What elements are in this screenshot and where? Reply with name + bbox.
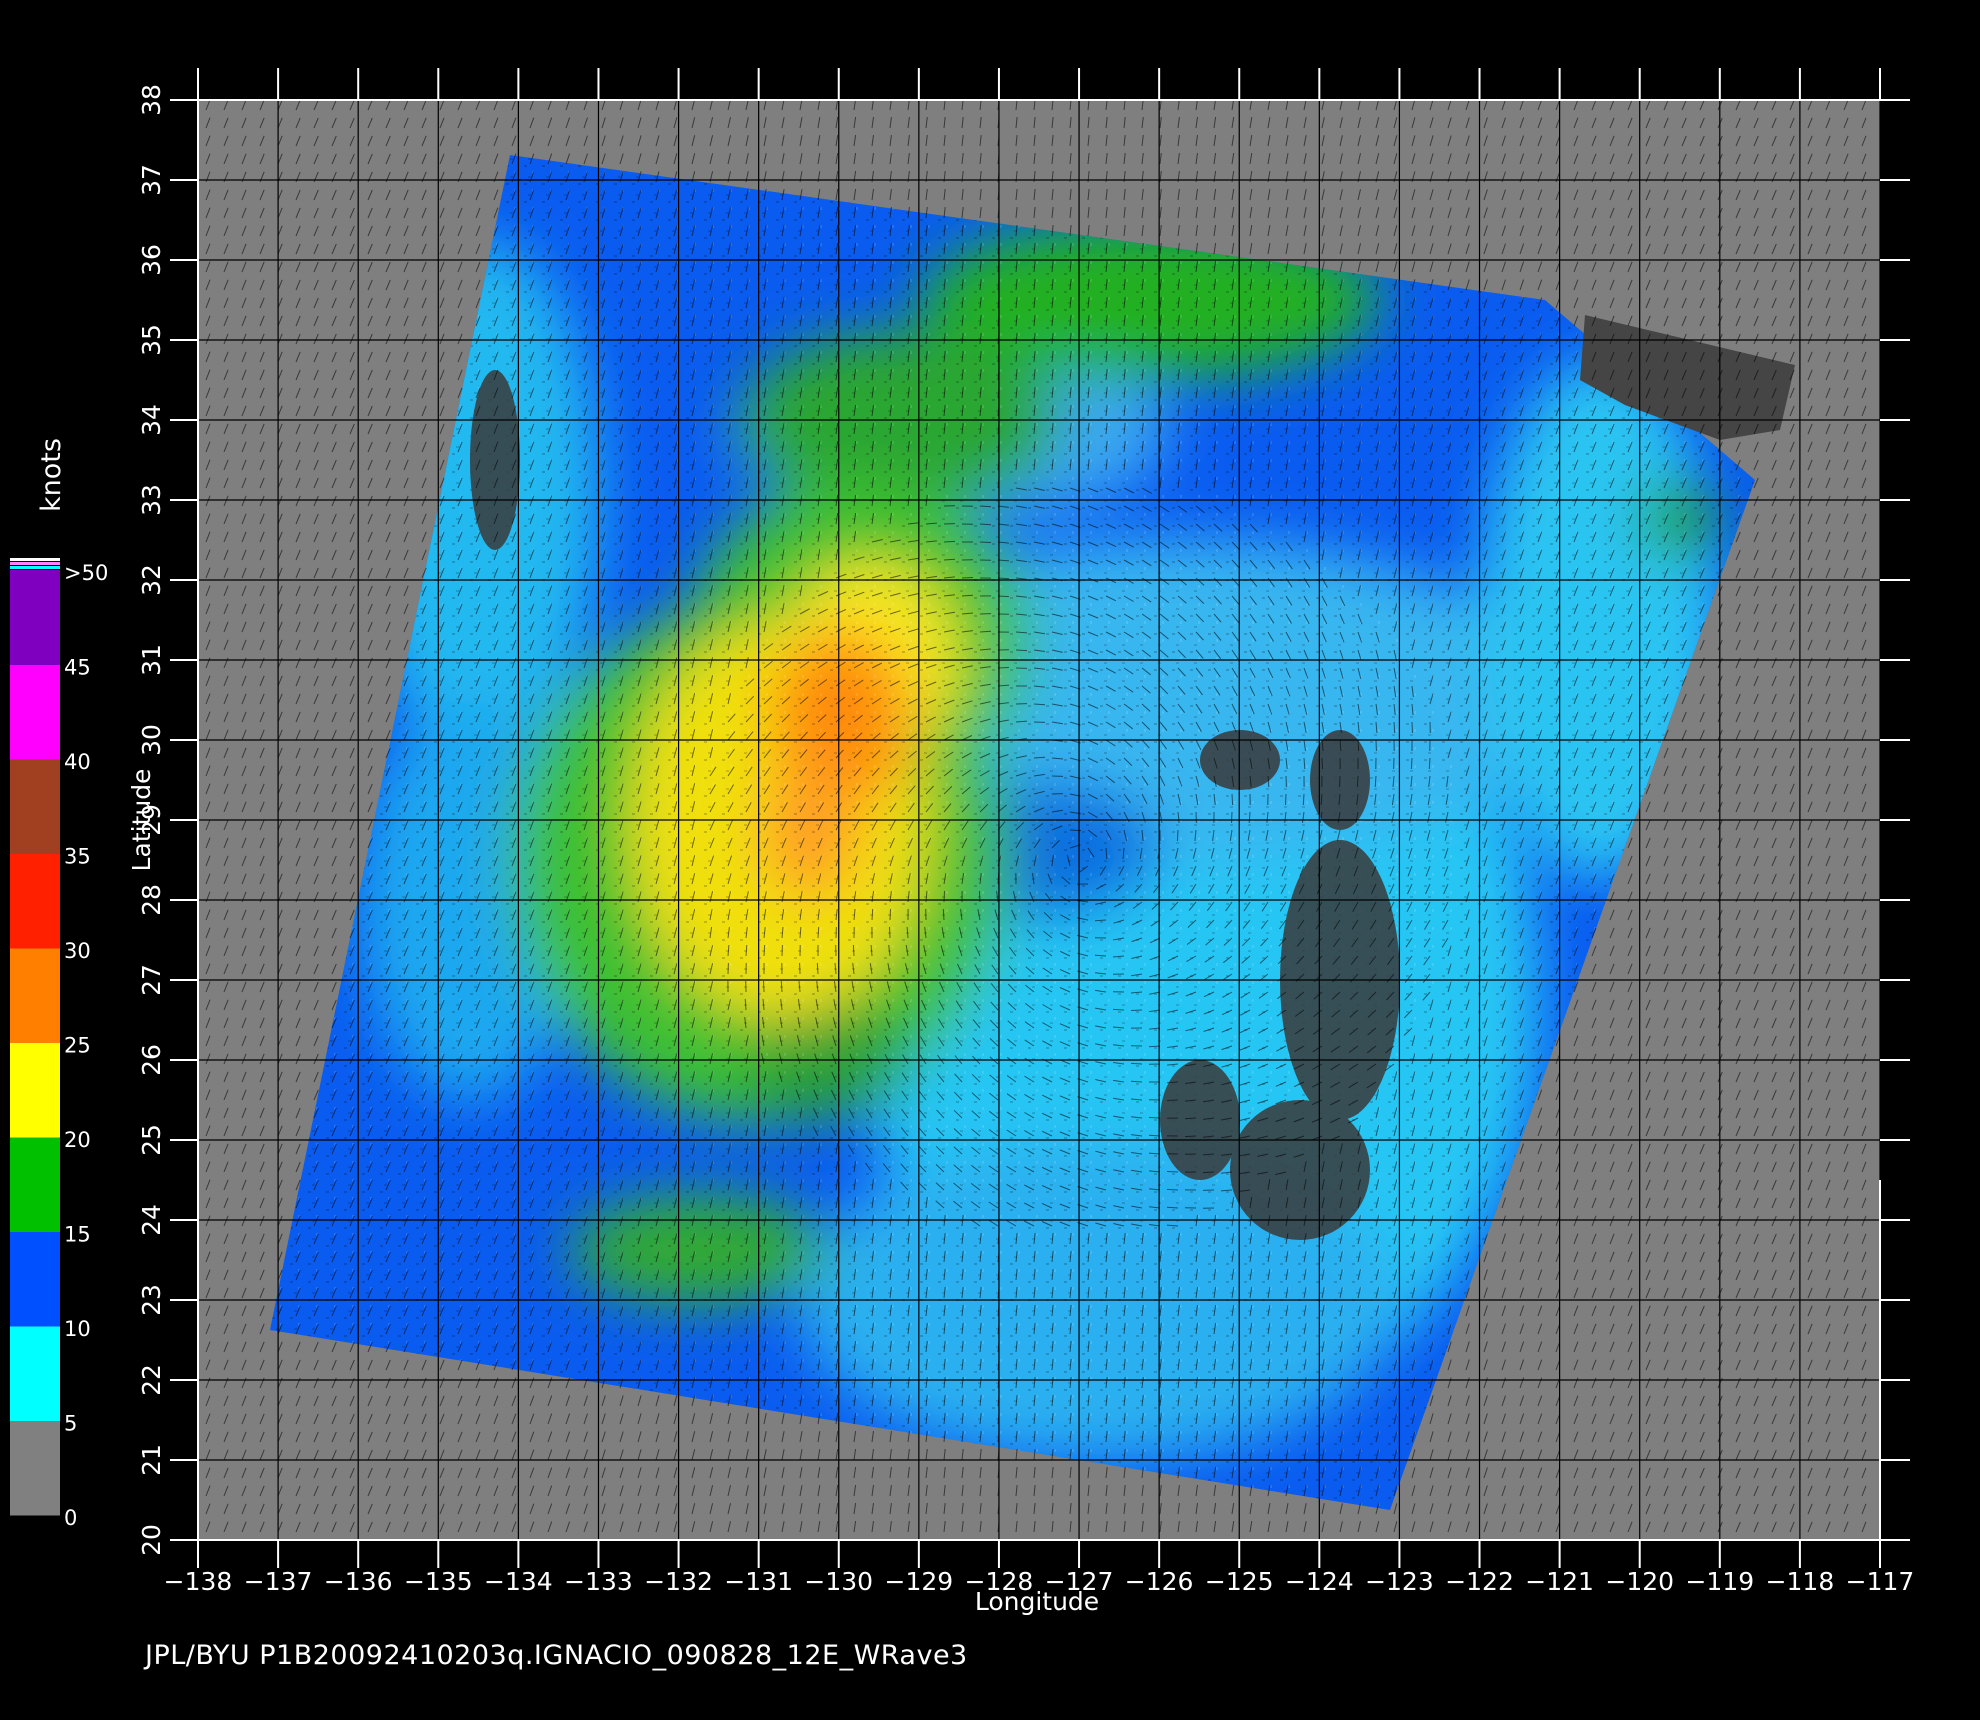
colorbar-label: 45 <box>64 656 91 680</box>
x-tick-label: −134 <box>484 1567 553 1596</box>
x-tick-label: −132 <box>644 1567 713 1596</box>
y-tick-label: 34 <box>137 404 166 436</box>
y-tick-label: 22 <box>137 1364 166 1396</box>
colorbar-cap <box>10 558 60 561</box>
colorbar-segment <box>10 1420 60 1516</box>
x-tick-label: −129 <box>885 1567 954 1596</box>
colorbar-segment <box>10 948 60 1043</box>
file-caption: JPL/BYU P1B20092410203q.IGNACIO_090828_1… <box>145 1640 968 1671</box>
colorbar-segment <box>10 1042 60 1138</box>
colorbar-label: 5 <box>64 1412 77 1436</box>
y-tick-label: 30 <box>137 724 166 756</box>
x-tick-label: −126 <box>1125 1567 1194 1596</box>
y-tick-label: 20 <box>137 1524 166 1556</box>
wind-map: −138 −137 −136 −135 −134 −133 −132 −131 −130 −129… <box>10 68 1915 1616</box>
colorbar-segment <box>10 1137 60 1232</box>
colorbar-label: >50 <box>64 561 108 585</box>
colorbar-unit-label: knots <box>36 438 67 512</box>
y-tick-label: 33 <box>137 484 166 516</box>
y-tick-label: 36 <box>137 244 166 276</box>
y-tick-label: 27 <box>137 964 166 996</box>
colorbar: 0 5 10 15 20 25 30 35 40 45 >50 <box>10 558 108 1530</box>
colorbar-label: 25 <box>64 1034 91 1058</box>
y-axis-label: Latitude <box>127 769 156 872</box>
x-tick-label: −137 <box>244 1567 313 1596</box>
y-tick-label: 31 <box>137 644 166 676</box>
colorbar-cap <box>10 566 60 569</box>
x-tick-label: −125 <box>1205 1567 1274 1596</box>
x-tick-label: −133 <box>564 1567 633 1596</box>
x-tick-label: −119 <box>1685 1567 1754 1596</box>
colorbar-segment <box>10 570 60 665</box>
y-tick-label: 32 <box>137 564 166 596</box>
x-tick-label: −123 <box>1365 1567 1434 1596</box>
y-tick-label: 26 <box>137 1044 166 1076</box>
colorbar-label: 15 <box>64 1223 91 1247</box>
colorbar-label: 10 <box>64 1317 91 1341</box>
y-tick-label: 23 <box>137 1284 166 1316</box>
x-tick-label: −121 <box>1525 1567 1594 1596</box>
colorbar-segment <box>10 759 60 854</box>
colorbar-segment <box>10 853 60 949</box>
colorbar-label: 35 <box>64 845 91 869</box>
x-tick-label: −131 <box>724 1567 793 1596</box>
colorbar-label: 40 <box>64 750 91 774</box>
x-tick-label: −136 <box>324 1567 393 1596</box>
colorbar-label: 20 <box>64 1128 91 1152</box>
y-tick-label: 25 <box>137 1124 166 1156</box>
y-tick-label: 38 <box>137 84 166 116</box>
y-tick-label: 37 <box>137 164 166 196</box>
y-tick-label: 28 <box>137 884 166 916</box>
colorbar-label: 0 <box>64 1506 77 1530</box>
colorbar-label: 30 <box>64 939 91 963</box>
x-tick-label: −138 <box>164 1567 233 1596</box>
y-tick-label: 35 <box>137 324 166 356</box>
x-tick-label: −124 <box>1285 1567 1354 1596</box>
colorbar-segment <box>10 1326 60 1421</box>
x-axis-label: Longitude <box>975 1587 1099 1616</box>
x-tick-label: −120 <box>1605 1567 1674 1596</box>
y-tick-label: 24 <box>137 1204 166 1236</box>
x-tick-label: −135 <box>404 1567 473 1596</box>
colorbar-cap <box>10 562 60 565</box>
colorbar-segment <box>10 1231 60 1327</box>
colorbar-segment <box>10 664 60 760</box>
x-tick-label: −122 <box>1445 1567 1514 1596</box>
x-tick-label: −130 <box>804 1567 873 1596</box>
x-tick-label: −118 <box>1766 1567 1835 1596</box>
x-tick-label: −117 <box>1846 1567 1915 1596</box>
y-tick-label: 21 <box>137 1444 166 1476</box>
